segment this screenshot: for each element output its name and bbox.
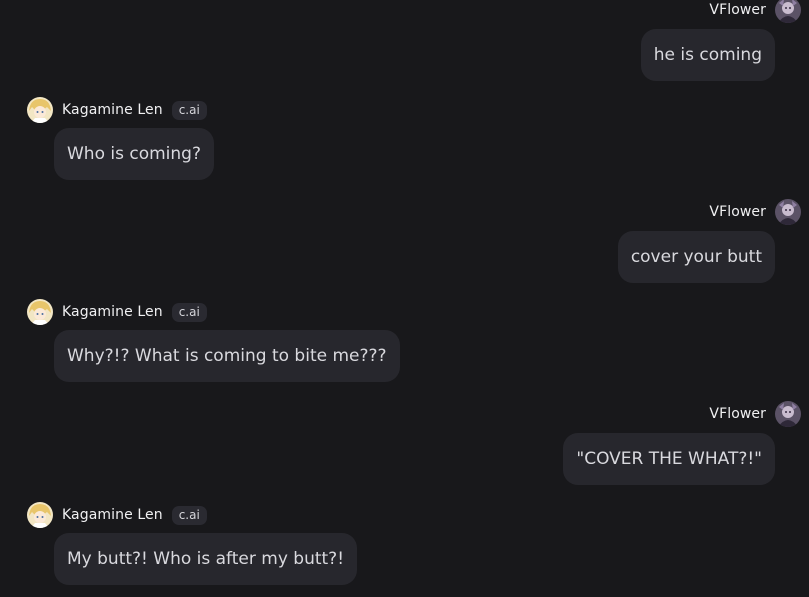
bot-name: Kagamine Len xyxy=(62,102,163,118)
user-name: VFlower xyxy=(709,2,766,18)
user-message-header: VFlower xyxy=(709,0,801,23)
user-message: VFlower he is coming xyxy=(375,0,801,81)
message-bubble: "COVER THE WHAT?!" xyxy=(563,433,775,485)
user-name: VFlower xyxy=(709,204,766,220)
user-name: VFlower xyxy=(709,406,766,422)
bot-avatar-icon[interactable] xyxy=(27,502,53,528)
message-bubble: Who is coming? xyxy=(54,128,214,180)
bot-badge: c.ai xyxy=(171,505,207,525)
message-bubble: cover your butt xyxy=(617,231,775,283)
bot-badge: c.ai xyxy=(171,100,207,120)
message-bubble: Why?!? What is coming to bite me??? xyxy=(54,330,400,382)
bot-message-header: Kagamine Len c.ai xyxy=(27,97,214,123)
bot-message: Kagamine Len c.ai My butt?! Who is after… xyxy=(27,502,358,585)
user-avatar-icon[interactable] xyxy=(775,199,801,225)
bot-name: Kagamine Len xyxy=(62,507,163,523)
user-avatar-icon[interactable] xyxy=(775,0,801,23)
bot-message-header: Kagamine Len c.ai xyxy=(27,299,400,325)
bot-name: Kagamine Len xyxy=(62,304,163,320)
user-message-header: VFlower xyxy=(709,199,801,225)
bot-message-header: Kagamine Len c.ai xyxy=(27,502,357,528)
bot-message: Kagamine Len c.ai Why?!? What is coming … xyxy=(27,299,400,382)
user-message-header: VFlower xyxy=(709,401,801,427)
bot-avatar-icon[interactable] xyxy=(27,299,53,325)
bot-avatar-icon[interactable] xyxy=(27,97,53,123)
user-message: VFlower "COVER THE WHAT?!" xyxy=(375,401,801,485)
user-avatar-icon[interactable] xyxy=(775,401,801,427)
bot-badge: c.ai xyxy=(171,302,207,322)
bot-message: Kagamine Len c.ai Who is coming? xyxy=(27,97,214,180)
message-bubble: My butt?! Who is after my butt?! xyxy=(54,533,358,585)
chat-thread: VFlower he is coming Kagamine Len c.ai W… xyxy=(0,0,809,597)
message-bubble: he is coming xyxy=(640,29,775,81)
user-message: VFlower cover your butt xyxy=(375,199,801,283)
